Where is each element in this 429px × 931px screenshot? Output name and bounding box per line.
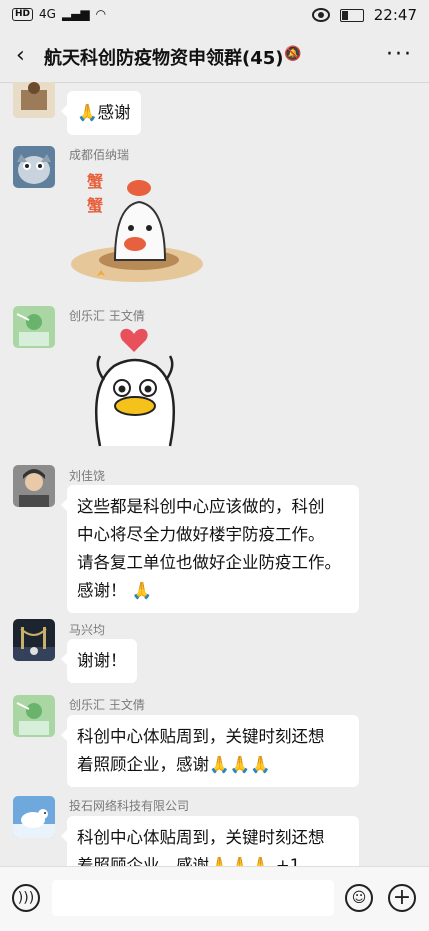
message-bubble[interactable]: 这些都是科创中心应该做的，科创 中心将尽全力做好楼宇防疫工作。 请各复工单位也做… bbox=[61, 485, 359, 613]
emoji-icon[interactable]: ☺ bbox=[345, 884, 373, 912]
plus-icon[interactable]: + bbox=[388, 884, 416, 912]
message-input[interactable] bbox=[52, 880, 334, 916]
signal-icon: ▂▄▆ bbox=[61, 7, 90, 21]
sticker-caption: 蟹 蟹 bbox=[87, 172, 104, 215]
chat-title: 航天科创防疫物资申领群(45) bbox=[44, 48, 284, 69]
duck-sticker[interactable] bbox=[80, 326, 190, 456]
message-list[interactable]: 🙏感谢 成都佰纳瑞 蟹 蟹 创乐汇 王文倩 刘佳饶 这些都是科创中心应该做的，科… bbox=[0, 82, 429, 866]
avatar[interactable] bbox=[13, 796, 55, 838]
clock: 22:47 bbox=[373, 6, 417, 24]
sender-name: 成都佰纳瑞 bbox=[69, 148, 130, 162]
sender-name: 创乐汇 王文倩 bbox=[69, 698, 145, 712]
network-indicator: 4G bbox=[39, 7, 56, 21]
avatar[interactable] bbox=[13, 146, 55, 188]
message-bubble[interactable]: 科创中心体贴周到，关键时刻还想 着照顾企业，感谢🙏🙏🙏 +1 bbox=[61, 816, 359, 866]
wifi-icon: ◠ bbox=[95, 7, 107, 21]
status-bar: HD 4G ▂▄▆ ◠ 22:47 bbox=[0, 0, 429, 30]
sender-name: 投石网络科技有限公司 bbox=[69, 799, 190, 813]
battery-icon bbox=[339, 8, 364, 22]
voice-input-icon[interactable]: ))) bbox=[12, 884, 40, 912]
input-bar: ))) ☺ + bbox=[0, 866, 429, 931]
sender-name: 马兴均 bbox=[69, 623, 106, 637]
avatar[interactable] bbox=[13, 82, 55, 118]
message-bubble[interactable]: 科创中心体贴周到，关键时刻还想 着照顾企业，感谢🙏🙏🙏 bbox=[61, 715, 359, 787]
avatar[interactable] bbox=[13, 465, 55, 507]
message-bubble[interactable]: 谢谢！ bbox=[61, 639, 137, 683]
eye-comfort-icon bbox=[311, 8, 330, 22]
avatar[interactable] bbox=[13, 695, 55, 737]
back-chevron-icon[interactable]: ‹ bbox=[16, 43, 25, 68]
message-bubble[interactable]: 🙏感谢 bbox=[61, 91, 141, 135]
hd-indicator: HD bbox=[12, 7, 34, 21]
sender-name: 刘佳饶 bbox=[69, 469, 106, 483]
chat-header: ‹ 航天科创防疫物资申领群(45) 🔕 ··· bbox=[0, 30, 429, 83]
crab-sticker[interactable]: 蟹 蟹 bbox=[67, 166, 207, 286]
more-icon[interactable]: ··· bbox=[386, 42, 413, 67]
sender-name: 创乐汇 王文倩 bbox=[69, 309, 145, 323]
avatar[interactable] bbox=[13, 306, 55, 348]
mute-bell-icon: 🔕 bbox=[284, 46, 302, 62]
avatar[interactable] bbox=[13, 619, 55, 661]
